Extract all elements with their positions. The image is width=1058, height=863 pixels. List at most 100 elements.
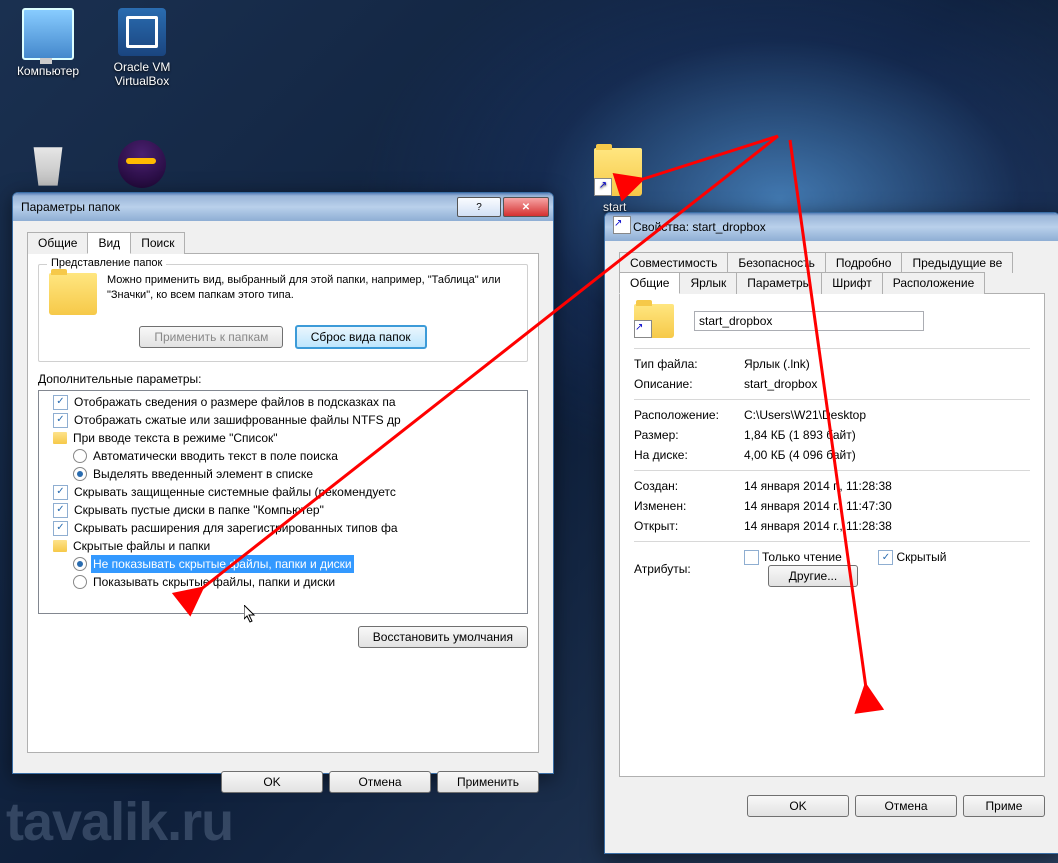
apply-button[interactable]: Применить <box>437 771 539 793</box>
ok-button[interactable]: OK <box>221 771 323 793</box>
tree-row[interactable]: Отображать сведения о размере файлов в п… <box>39 393 527 411</box>
watermark: tavalik.ru <box>6 791 233 853</box>
desktop-icon-start-dropbox[interactable]: start_ <box>580 148 656 214</box>
tree-row[interactable]: Не показывать скрытые файлы, папки и дис… <box>39 555 527 573</box>
value: 14 января 2014 г., 11:28:38 <box>744 519 1030 533</box>
apply-to-folders-button[interactable]: Применить к папкам <box>139 326 283 348</box>
tree-row[interactable]: Скрывать защищенные системные файлы (рек… <box>39 483 527 501</box>
label: На диске: <box>634 448 744 462</box>
tree-label: Показывать скрытые файлы, папки и диски <box>91 573 337 591</box>
tab-params[interactable]: Параметры <box>736 272 822 294</box>
tree-row[interactable]: Отображать сжатые или зашифрованные файл… <box>39 411 527 429</box>
label: Описание: <box>634 377 744 391</box>
tree-label: Скрытые файлы и папки <box>71 537 212 555</box>
titlebar[interactable]: Свойства: start_dropbox <box>605 213 1058 241</box>
desktop-icon-virtualbox[interactable]: Oracle VM VirtualBox <box>104 8 180 88</box>
readonly-checkbox[interactable] <box>744 550 759 565</box>
value: 1,84 КБ (1 893 байт) <box>744 428 1030 442</box>
desktop-icon-recyclebin[interactable] <box>10 140 86 192</box>
folder-icon <box>49 273 97 315</box>
checkbox-icon <box>53 503 68 518</box>
tab-general[interactable]: Общие <box>27 232 88 254</box>
window-title: Параметры папок <box>21 200 455 214</box>
checkbox-icon <box>53 521 68 536</box>
radio-icon <box>73 449 87 463</box>
computer-icon <box>22 8 74 60</box>
tree-label: Скрывать расширения для зарегистрированн… <box>72 519 400 537</box>
file-icon <box>634 304 674 338</box>
tree-label: Не показывать скрытые файлы, папки и дис… <box>91 555 354 573</box>
recyclebin-icon <box>24 140 72 188</box>
help-button[interactable]: ? <box>457 197 501 217</box>
value: C:\Users\W21\Desktop <box>744 408 1030 422</box>
value: 14 января 2014 г., 11:47:30 <box>744 499 1030 513</box>
tree-row[interactable]: Скрытые файлы и папки <box>39 537 527 555</box>
tree-row[interactable]: Выделять введенный элемент в списке <box>39 465 527 483</box>
tree-label: Скрывать защищенные системные файлы (рек… <box>72 483 398 501</box>
titlebar[interactable]: Параметры папок ? ✕ <box>13 193 553 221</box>
checkbox-icon <box>53 395 68 410</box>
readonly-label: Только чтение <box>762 550 842 564</box>
tree-row[interactable]: Автоматически вводить текст в поле поиск… <box>39 447 527 465</box>
value: 14 января 2014 г., 11:28:38 <box>744 479 1030 493</box>
tab-security[interactable]: Безопасность <box>727 252 826 273</box>
reset-folders-button[interactable]: Сброс вида папок <box>295 325 427 349</box>
tab-compat[interactable]: Совместимость <box>619 252 728 273</box>
tree-label: Выделять введенный элемент в списке <box>91 465 315 483</box>
hidden-checkbox[interactable] <box>878 550 893 565</box>
advanced-tree[interactable]: Отображать сведения о размере файлов в п… <box>38 390 528 614</box>
label: Расположение: <box>634 408 744 422</box>
filename-input[interactable] <box>694 311 924 331</box>
eclipse-icon <box>118 140 166 188</box>
label: Размер: <box>634 428 744 442</box>
value: 4,00 КБ (4 096 байт) <box>744 448 1030 462</box>
other-attrs-button[interactable]: Другие... <box>768 565 858 587</box>
folder-options-window: Параметры папок ? ✕ Общие Вид Поиск Пред… <box>12 192 554 774</box>
label: Открыт: <box>634 519 744 533</box>
icon-label: Компьютер <box>10 64 86 78</box>
desktop-icon-eclipse[interactable] <box>104 140 180 192</box>
tab-prev[interactable]: Предыдущие ве <box>901 252 1013 273</box>
apply-button[interactable]: Приме <box>963 795 1045 817</box>
tabs: Общие Вид Поиск <box>27 231 539 254</box>
tree-row[interactable]: Скрывать расширения для зарегистрированн… <box>39 519 527 537</box>
label: Тип файла: <box>634 357 744 371</box>
tab-details[interactable]: Подробно <box>825 252 903 273</box>
advanced-label: Дополнительные параметры: <box>38 372 528 386</box>
tab-search[interactable]: Поиск <box>130 232 185 254</box>
cancel-button[interactable]: Отмена <box>855 795 957 817</box>
tree-label: При вводе текста в режиме "Список" <box>71 429 280 447</box>
label: Атрибуты: <box>634 562 744 576</box>
mouse-cursor-icon <box>244 605 256 623</box>
checkbox-icon <box>53 485 68 500</box>
label: Создан: <box>634 479 744 493</box>
folder-icon <box>53 540 67 552</box>
properties-window: Свойства: start_dropbox Совместимость Бе… <box>604 212 1058 854</box>
tab-font[interactable]: Шрифт <box>821 272 882 294</box>
tree-label: Отображать сжатые или зашифрованные файл… <box>72 411 403 429</box>
folder-icon <box>53 432 67 444</box>
desktop-icon-computer[interactable]: Компьютер <box>10 8 86 78</box>
tree-row[interactable]: При вводе текста в режиме "Список" <box>39 429 527 447</box>
radio-icon <box>73 467 87 481</box>
label: Изменен: <box>634 499 744 513</box>
close-button[interactable]: ✕ <box>503 197 549 217</box>
checkbox-icon <box>53 413 68 428</box>
tab-shortcut[interactable]: Ярлык <box>679 272 737 294</box>
cancel-button[interactable]: Отмена <box>329 771 431 793</box>
radio-icon <box>73 557 87 571</box>
restore-defaults-button[interactable]: Восстановить умолчания <box>358 626 528 648</box>
tree-label: Скрывать пустые диски в папке "Компьютер… <box>72 501 326 519</box>
tab-layout[interactable]: Расположение <box>882 272 986 294</box>
tab-view[interactable]: Вид <box>87 232 131 254</box>
tree-label: Автоматически вводить текст в поле поиск… <box>91 447 340 465</box>
window-title: Свойства: start_dropbox <box>633 220 1055 234</box>
tab-general[interactable]: Общие <box>619 272 680 294</box>
ok-button[interactable]: OK <box>747 795 849 817</box>
radio-icon <box>73 575 87 589</box>
icon-label: Oracle VM VirtualBox <box>104 60 180 88</box>
tree-row[interactable]: Скрывать пустые диски в папке "Компьютер… <box>39 501 527 519</box>
tree-label: Отображать сведения о размере файлов в п… <box>72 393 398 411</box>
tree-row[interactable]: Показывать скрытые файлы, папки и диски <box>39 573 527 591</box>
virtualbox-icon <box>118 8 166 56</box>
